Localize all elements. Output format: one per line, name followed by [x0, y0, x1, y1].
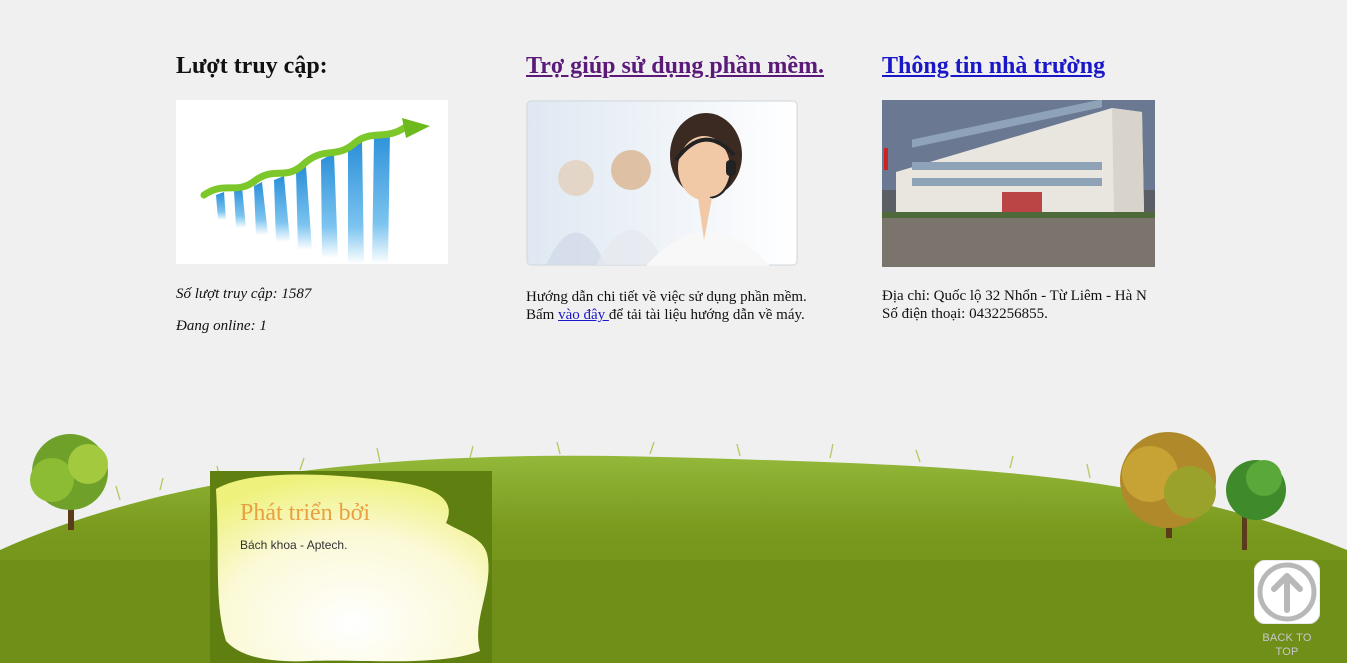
help-line2-suffix: để tải tài liệu hướng dẫn về máy. [608, 307, 805, 323]
growth-chart-image [176, 100, 448, 264]
help-heading-link[interactable]: Trợ giúp sử dụng phần mềm. [526, 53, 824, 79]
help-description-line2: Bấm vào đây để tải tài liệu hướng dẫn về… [526, 306, 846, 324]
back-to-top-label-line2: TOP [1275, 646, 1299, 658]
back-to-top-button[interactable]: BACK TO TOP [1253, 559, 1321, 658]
credit-title: Phát triển bởi [240, 500, 371, 526]
school-building-image [882, 100, 1155, 267]
help-section: Trợ giúp sử dụng phần mềm. Hướng dẫn chi… [526, 48, 846, 324]
visits-section: Lượt truy cập: Số lượt truy cập: 1587 Đa… [176, 48, 476, 342]
school-phone: Số điện thoại: 0432256855. [882, 306, 1048, 322]
online-count: Đang online: 1 [176, 318, 267, 334]
grass-hill-background [0, 432, 1347, 663]
visits-heading: Lượt truy cập: [176, 53, 328, 79]
visit-count: Số lượt truy cập: 1587 [176, 286, 312, 302]
school-section: Thông tin nhà trường Địa chỉ: Quốc lộ 32… [882, 48, 1172, 323]
help-line2-prefix: Bấm [526, 307, 559, 323]
back-to-top-label-line1: BACK TO [1262, 632, 1312, 644]
download-guide-link[interactable]: vào đây [558, 307, 609, 323]
credit-text: Bách khoa - Aptech. [240, 538, 348, 552]
help-description-line1: Hướng dẫn chi tiết về việc sử dụng phần … [526, 289, 807, 305]
school-heading-link[interactable]: Thông tin nhà trường [882, 53, 1105, 79]
arrow-up-circle-icon [1253, 559, 1321, 625]
school-address: Địa chỉ: Quốc lộ 32 Nhổn - Từ Liêm - Hà … [882, 288, 1147, 304]
support-agent-image [526, 100, 798, 266]
